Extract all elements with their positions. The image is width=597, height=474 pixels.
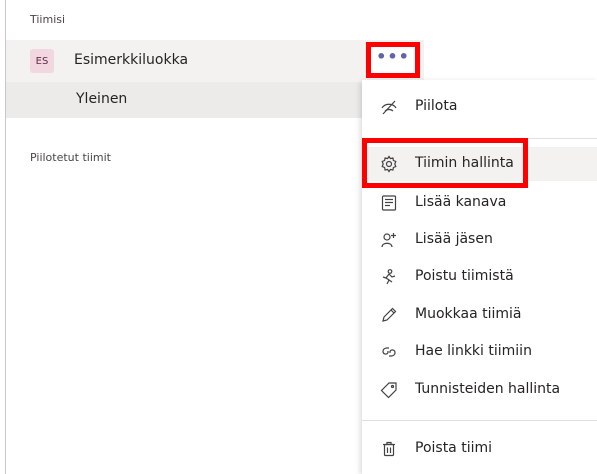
menu-divider	[362, 138, 597, 139]
menu-item-label: Tunnisteiden hallinta	[415, 381, 561, 397]
channel-row-yleinen[interactable]: Yleinen	[6, 82, 362, 118]
team-avatar: ES	[30, 49, 54, 73]
link-icon	[380, 343, 398, 361]
tag-icon	[380, 381, 398, 399]
teams-window: Tiimisi ES Esimerkkiluokka ••• Yleinen P…	[0, 0, 597, 474]
more-options-button[interactable]: •••	[366, 42, 420, 78]
menu-item-label: Lisää kanava	[415, 194, 507, 210]
menu-item-manage-tags[interactable]: Tunnisteiden hallinta	[362, 373, 597, 407]
trash-icon	[380, 440, 398, 458]
pencil-icon	[380, 306, 398, 324]
team-name: Esimerkkiluokka	[74, 52, 189, 68]
menu-item-edit-team[interactable]: Muokkaa tiimiä	[362, 298, 597, 332]
menu-item-label: Piilota	[415, 98, 458, 114]
menu-divider	[362, 420, 597, 421]
teams-section-header: Tiimisi	[30, 13, 66, 26]
menu-item-label: Poistu tiimistä	[415, 268, 514, 284]
add-member-icon	[380, 231, 398, 249]
menu-item-label: Muokkaa tiimiä	[415, 306, 522, 322]
menu-item-hide[interactable]: Piilota	[362, 90, 597, 124]
hide-icon	[380, 98, 398, 116]
top-right-area	[424, 0, 597, 40]
channel-name: Yleinen	[76, 91, 128, 107]
menu-item-label: Tiimin hallinta	[415, 155, 514, 171]
menu-item-label: Lisää jäsen	[415, 231, 493, 247]
menu-item-add-member[interactable]: Lisää jäsen	[362, 223, 597, 257]
menu-item-label: Hae linkki tiimiin	[415, 343, 532, 359]
leave-icon	[380, 268, 398, 286]
menu-item-leave-team[interactable]: Poistu tiimistä	[362, 260, 597, 294]
menu-item-label: Poista tiimi	[415, 440, 493, 456]
menu-item-delete-team[interactable]: Poista tiimi	[362, 432, 597, 466]
top-strip	[6, 0, 424, 40]
team-row-esimerkkiluokka[interactable]: ES Esimerkkiluokka •••	[6, 40, 424, 82]
more-options-icon: •••	[376, 47, 410, 66]
menu-item-add-channel[interactable]: Lisää kanava	[362, 186, 597, 220]
menu-item-manage-team[interactable]: Tiimin hallinta	[362, 147, 597, 181]
add-channel-icon	[380, 194, 398, 212]
team-context-menu: Piilota Tiimin hallinta Lisää kanava Lis…	[362, 80, 597, 474]
hidden-teams-header: Piilotetut tiimit	[30, 151, 111, 164]
gear-icon	[380, 155, 398, 173]
menu-item-get-link[interactable]: Hae linkki tiimiin	[362, 335, 597, 369]
